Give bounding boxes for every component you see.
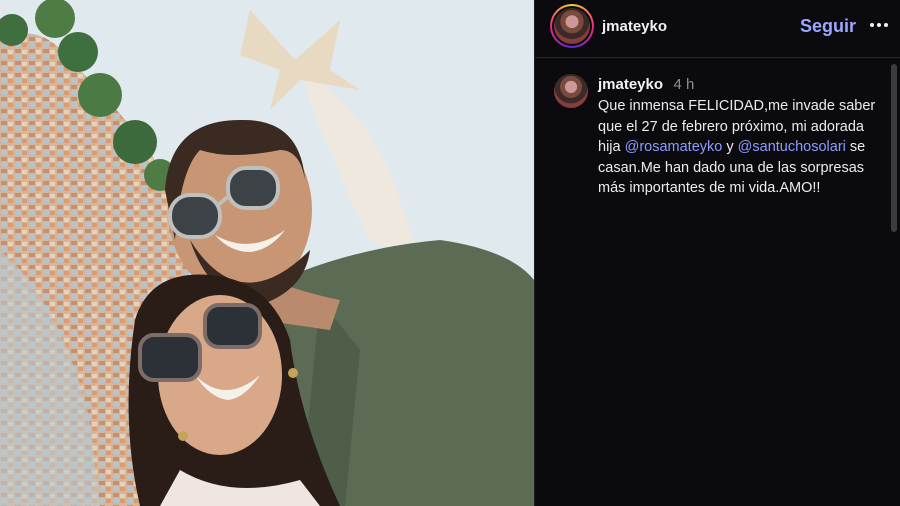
avatar-inner [552, 6, 592, 46]
post-header: jmateyko Seguir [535, 0, 900, 58]
avatar-image [554, 8, 590, 44]
caption-avatar[interactable] [554, 74, 588, 108]
follow-button[interactable]: Seguir [800, 16, 856, 37]
caption-text: Que inmensa FELICIDAD,me invade saber qu… [598, 96, 878, 199]
caption-header: jmateyko 4 h [598, 76, 694, 94]
mention-link-rosamateyko[interactable]: @rosamateyko [625, 139, 723, 155]
header-username[interactable]: jmateyko [602, 18, 667, 35]
caption-text-part-2: y [722, 139, 738, 155]
post-photo[interactable] [0, 0, 534, 506]
profile-avatar[interactable] [550, 4, 594, 48]
comments-scrollbar[interactable] [891, 64, 897, 232]
mention-link-santuchosolari[interactable]: @santuchosolari [738, 139, 846, 155]
selfie-illustration [0, 0, 534, 506]
caption-username[interactable]: jmateyko [598, 76, 663, 93]
more-horizontal-icon[interactable] [869, 14, 889, 34]
post-side-panel: jmateyko Seguir jmateyko 4 h Que inmensa… [534, 0, 900, 506]
caption-timestamp[interactable]: 4 h [674, 76, 695, 93]
